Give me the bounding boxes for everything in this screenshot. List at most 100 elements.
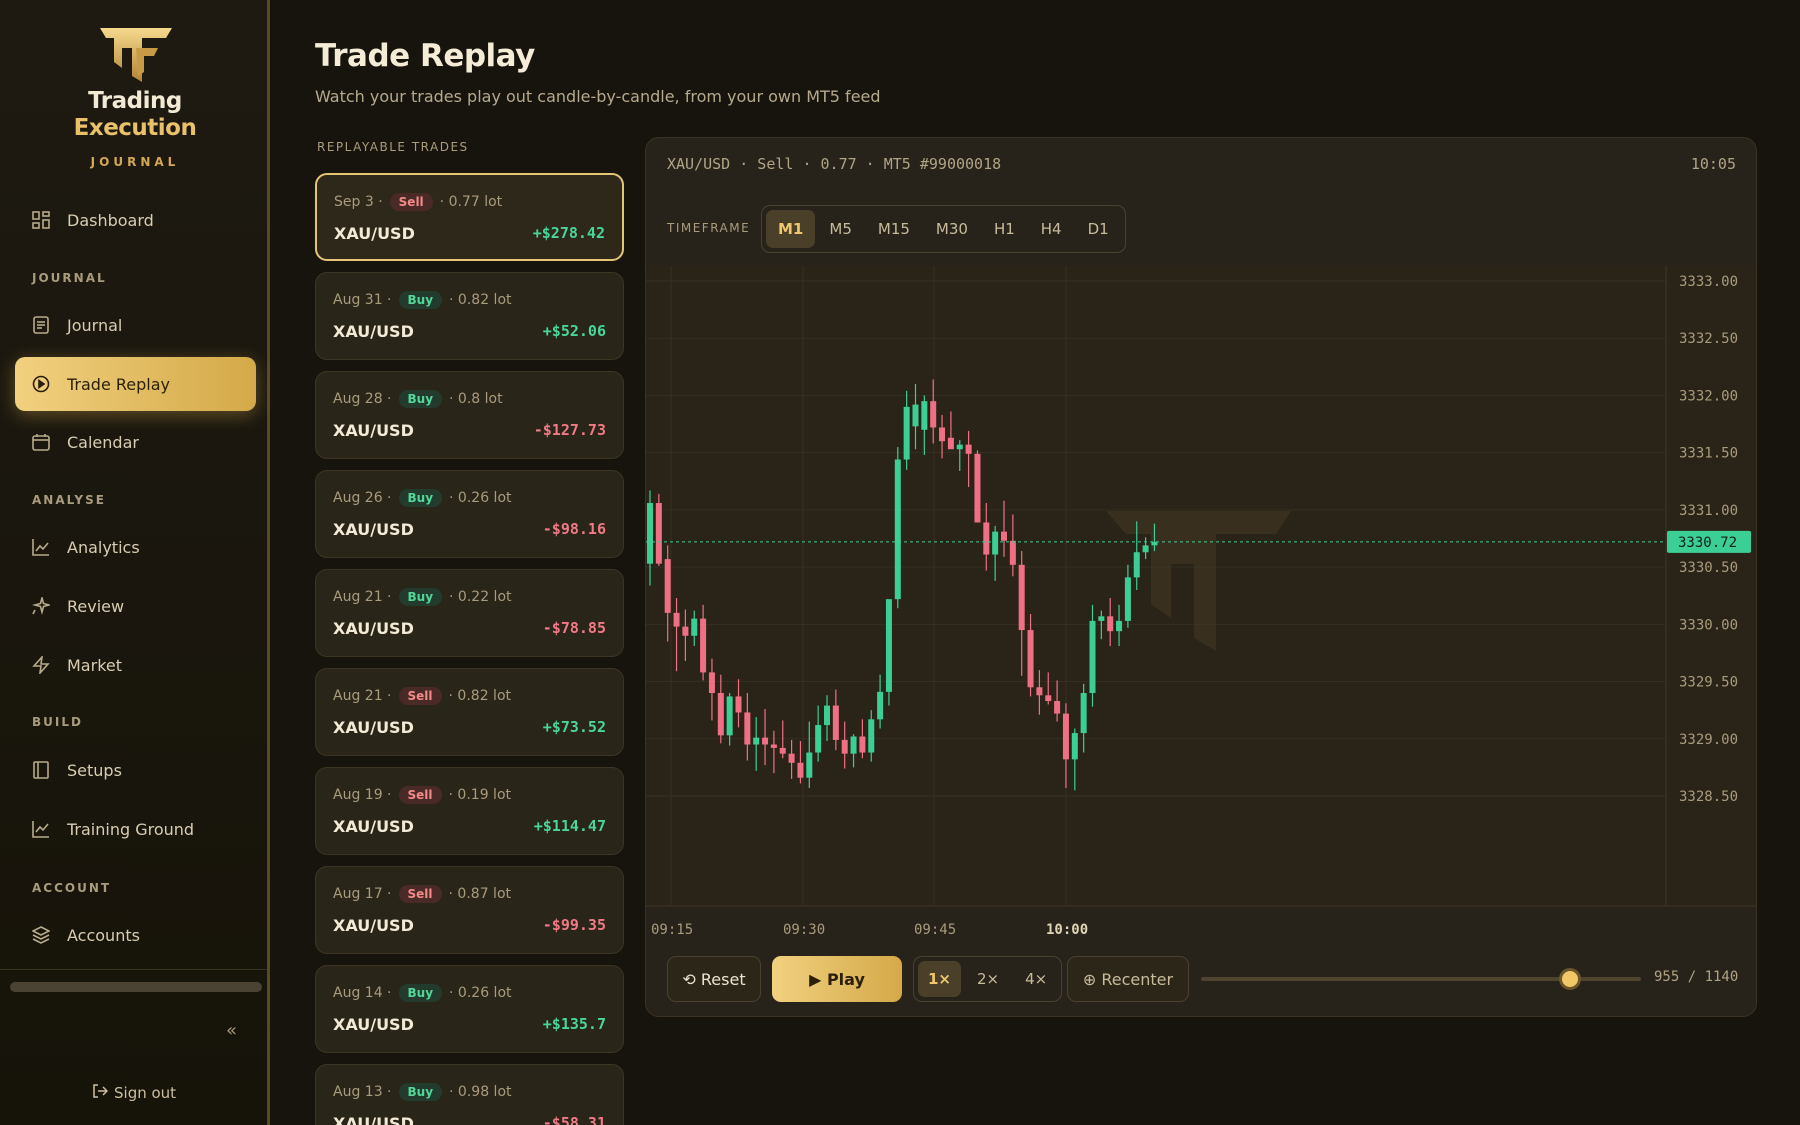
recenter-button[interactable]: ⊕ Recenter xyxy=(1067,956,1189,1002)
trade-date: Sep 3 · xyxy=(334,194,383,210)
calendar-icon xyxy=(31,432,51,452)
timeframe-m30[interactable]: M30 xyxy=(924,210,980,248)
y-tick-label: 3329.00 xyxy=(1679,732,1738,748)
nav-section-build: BUILD xyxy=(32,715,83,729)
sidebar-item-label: Analytics xyxy=(67,537,140,557)
trade-lot: · 0.87 lot xyxy=(448,886,511,902)
trade-card[interactable]: Aug 13 · Buy · 0.98 lot XAU/USD -$58.31 xyxy=(315,1064,624,1125)
trade-date: Aug 19 · xyxy=(333,787,392,803)
sidebar-item-label: Training Ground xyxy=(67,819,195,839)
trade-card[interactable]: Aug 14 · Buy · 0.26 lot XAU/USD +$135.7 xyxy=(315,965,624,1053)
trade-card[interactable]: Aug 31 · Buy · 0.82 lot XAU/USD +$52.06 xyxy=(315,272,624,360)
trade-symbol: XAU/USD xyxy=(333,817,414,836)
speed-1x[interactable]: 1× xyxy=(918,961,962,997)
sidebar-item-label: Review xyxy=(67,596,125,616)
trade-symbol: XAU/USD xyxy=(334,224,415,243)
trade-card[interactable]: Sep 3 · Sell · 0.77 lot XAU/USD +$278.42 xyxy=(315,173,624,261)
sidebar-item-analytics[interactable]: Analytics xyxy=(15,520,256,574)
trade-card[interactable]: Aug 21 · Sell · 0.82 lot XAU/USD +$73.52 xyxy=(315,668,624,756)
trade-symbol: XAU/USD xyxy=(333,718,414,737)
trade-info: XAU/USD · Sell · 0.77 · MT5 #99000018 xyxy=(667,155,1002,173)
trade-lot: · 0.82 lot xyxy=(448,688,511,704)
sidebar-item-dashboard[interactable]: Dashboard xyxy=(15,193,256,247)
line-chart-icon xyxy=(31,537,51,557)
trade-date: Aug 31 · xyxy=(333,292,392,308)
sidebar-item-label: Journal xyxy=(67,315,123,335)
trade-card[interactable]: Aug 28 · Buy · 0.8 lot XAU/USD -$127.73 xyxy=(315,371,624,459)
trade-card[interactable]: Aug 19 · Sell · 0.19 lot XAU/USD +$114.47 xyxy=(315,767,624,855)
trade-card[interactable]: Aug 21 · Buy · 0.22 lot XAU/USD -$78.85 xyxy=(315,569,624,657)
y-tick-label: 3333.00 xyxy=(1679,274,1738,290)
sidebar-item-journal[interactable]: Journal xyxy=(15,298,256,352)
timeframe-m15[interactable]: M15 xyxy=(866,210,922,248)
candlestick-chart[interactable]: 3333.00 3332.50 3332.00 3331.50 3331.00 3330.… xyxy=(646,266,1757,946)
sidebar-divider xyxy=(0,969,267,970)
sidebar-item-market[interactable]: Market xyxy=(15,638,256,692)
trade-pnl: -$78.85 xyxy=(542,619,606,637)
trade-pnl: -$98.16 xyxy=(542,520,606,538)
reset-button[interactable]: ⟲ Reset xyxy=(667,956,761,1002)
trade-lot: · 0.22 lot xyxy=(449,589,512,605)
timeframe-m5[interactable]: M5 xyxy=(817,210,864,248)
trade-lot: · 0.98 lot xyxy=(449,1084,512,1100)
sidebar-scrollbar[interactable] xyxy=(10,982,262,992)
collapse-sidebar-button[interactable]: « xyxy=(226,1020,237,1041)
timeframe-selector: M1 M5 M15 M30 H1 H4 D1 xyxy=(761,205,1126,253)
x-tick-label: 09:15 xyxy=(651,922,693,938)
sidebar-item-label: Trade Replay xyxy=(67,374,171,394)
trend-chart-icon xyxy=(31,819,51,839)
trade-lot: · 0.26 lot xyxy=(449,490,512,506)
trade-date: Aug 17 · xyxy=(333,886,392,902)
y-tick-label: 3329.50 xyxy=(1679,675,1738,691)
current-price-label: 3330.72 xyxy=(1678,535,1737,551)
trade-date: Aug 21 · xyxy=(333,589,392,605)
sidebar-item-trade-replay[interactable]: Trade Replay xyxy=(15,357,256,411)
brand-name-line1: Trading xyxy=(88,88,182,114)
sidebar-item-training-ground[interactable]: Training Ground xyxy=(15,802,256,856)
y-tick-label: 3330.50 xyxy=(1679,560,1738,576)
page-subtitle: Watch your trades play out candle-by-can… xyxy=(315,87,881,106)
candle xyxy=(974,450,981,523)
trade-symbol: XAU/USD xyxy=(333,619,414,638)
sidebar-item-review[interactable]: Review xyxy=(15,579,256,633)
trade-symbol: XAU/USD xyxy=(333,916,414,935)
trade-side-badge: Sell xyxy=(398,687,442,705)
trade-side-badge: Sell xyxy=(398,786,442,804)
sidebar-item-accounts[interactable]: Accounts xyxy=(15,908,256,962)
sign-out-label: Sign out xyxy=(114,1084,177,1102)
timeframe-m1[interactable]: M1 xyxy=(766,210,816,248)
trade-date: Aug 26 · xyxy=(333,490,392,506)
logo-icon xyxy=(100,28,172,82)
timeframe-h4[interactable]: H4 xyxy=(1029,210,1074,248)
sparkle-icon xyxy=(31,596,51,616)
document-icon xyxy=(31,315,51,335)
sign-out-button[interactable]: Sign out xyxy=(92,1083,176,1103)
trade-pnl: +$114.47 xyxy=(533,817,606,835)
timeframe-d1[interactable]: D1 xyxy=(1076,210,1121,248)
sidebar-item-label: Market xyxy=(67,655,122,675)
trade-pnl: -$127.73 xyxy=(533,421,606,439)
trade-side-badge: Buy xyxy=(398,984,443,1002)
replay-progress-thumb[interactable] xyxy=(1558,968,1581,990)
speed-4x[interactable]: 4× xyxy=(1015,961,1057,997)
trade-card[interactable]: Aug 26 · Buy · 0.26 lot XAU/USD -$98.16 xyxy=(315,470,624,558)
y-tick-label: 3330.00 xyxy=(1679,617,1738,633)
sidebar-item-setups[interactable]: Setups xyxy=(15,743,256,797)
trade-pnl: +$135.7 xyxy=(542,1015,606,1033)
y-tick-label: 3332.00 xyxy=(1679,388,1738,404)
trade-symbol: XAU/USD xyxy=(333,520,414,539)
play-button[interactable]: ▶ Play xyxy=(772,956,902,1002)
page-title: Trade Replay xyxy=(315,38,535,74)
speed-2x[interactable]: 2× xyxy=(967,961,1009,997)
y-tick-label: 3331.00 xyxy=(1679,503,1738,519)
timeframe-h1[interactable]: H1 xyxy=(982,210,1027,248)
trade-symbol: XAU/USD xyxy=(333,421,414,440)
candle xyxy=(894,446,901,609)
x-tick-label: 09:45 xyxy=(914,922,956,938)
candle xyxy=(655,493,662,566)
trade-symbol: XAU/USD xyxy=(333,1114,414,1125)
trade-card[interactable]: Aug 17 · Sell · 0.87 lot XAU/USD -$99.35 xyxy=(315,866,624,954)
layers-icon xyxy=(31,925,51,945)
trade-side-badge: Buy xyxy=(398,390,443,408)
sidebar-item-calendar[interactable]: Calendar xyxy=(15,415,256,469)
